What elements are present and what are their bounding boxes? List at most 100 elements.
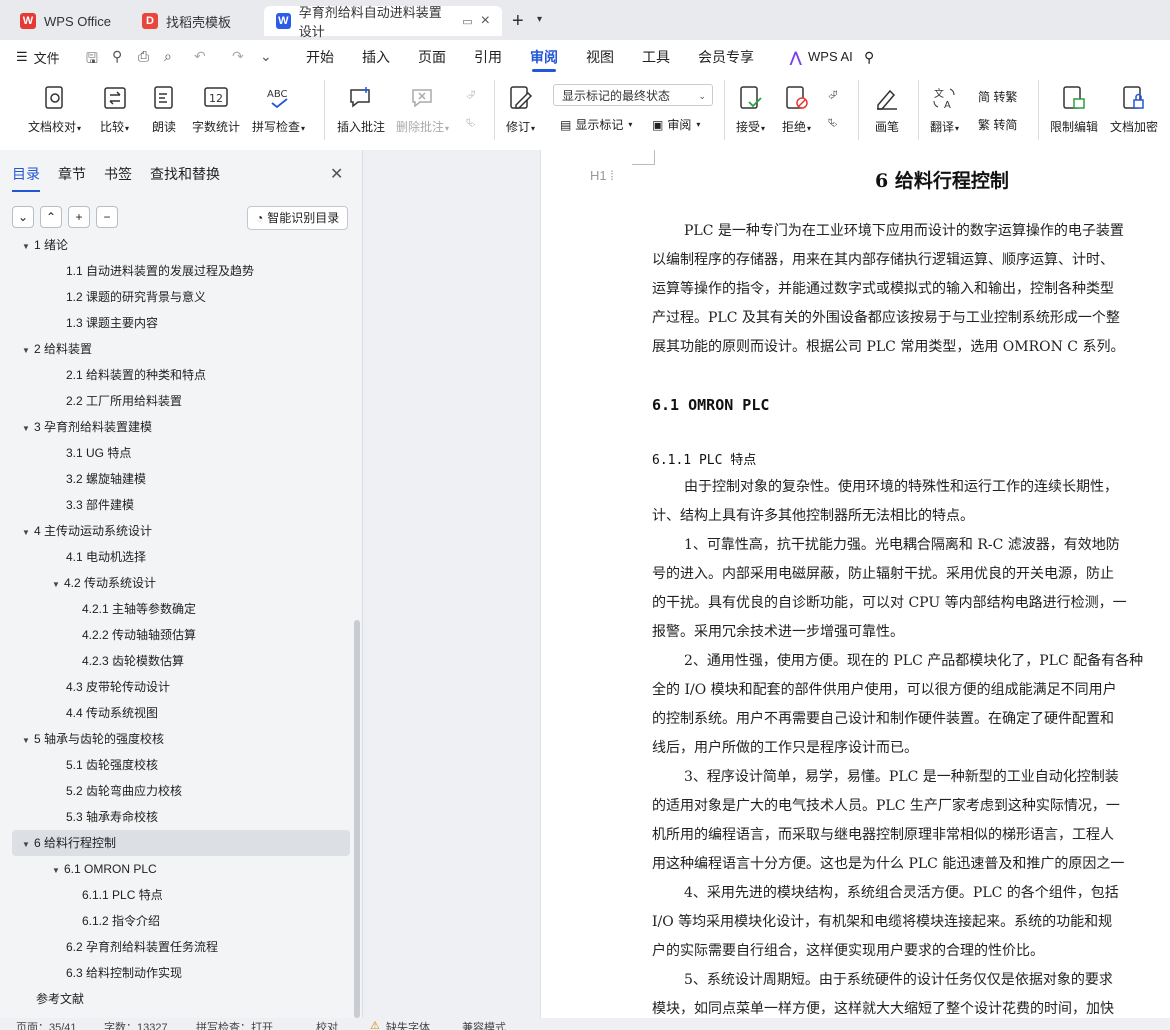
- menu-tools[interactable]: 工具: [642, 40, 670, 74]
- toc-item[interactable]: 5.3 轴承寿命校核: [12, 804, 350, 830]
- toc-item[interactable]: ▼ 4 主传动运动系统设计: [12, 518, 350, 544]
- tab-document[interactable]: W 孕育剂给料自动进料装置设计 ▭ ×: [264, 5, 502, 39]
- tab-wps-office[interactable]: W WPS Office: [8, 6, 124, 36]
- proof-status[interactable]: 校对: [316, 1019, 338, 1030]
- minus-icon[interactable]: −: [96, 206, 118, 228]
- toc-item[interactable]: 3.3 部件建模: [12, 492, 350, 518]
- link-icon[interactable]: ⚲: [112, 48, 122, 65]
- menu-member[interactable]: 会员专享: [698, 40, 754, 74]
- toc-item[interactable]: 3.1 UG 特点: [12, 440, 350, 466]
- toc-item[interactable]: ▼ 3 孕育剂给料装置建模: [12, 414, 350, 440]
- toc-item[interactable]: 1.1 自动进料装置的发展过程及趋势: [12, 258, 350, 284]
- nav-tab-find-replace[interactable]: 查找和替换: [150, 164, 220, 192]
- chevron-down-icon[interactable]: ▾: [537, 14, 542, 25]
- expand-arrow-icon[interactable]: ▼: [22, 728, 34, 754]
- chevron-down-icon[interactable]: ⌄: [260, 48, 272, 65]
- nav-scrollbar[interactable]: [354, 620, 360, 1018]
- toc-item[interactable]: 5.2 齿轮弯曲应力校核: [12, 778, 350, 804]
- word-count[interactable]: 字数：13327: [104, 1019, 168, 1030]
- toc-item[interactable]: 4.4 传动系统视图: [12, 700, 350, 726]
- review-pane-button[interactable]: ▣ 审阅 ▾: [652, 116, 700, 133]
- toc-item[interactable]: 参考文献: [12, 986, 350, 1012]
- print-preview-icon[interactable]: ⌕: [164, 48, 172, 65]
- toc-item[interactable]: 6.2 孕育剂给料装置任务流程: [12, 934, 350, 960]
- page-count[interactable]: 页面：35/41: [16, 1019, 77, 1030]
- undo-icon[interactable]: ↶: [194, 48, 206, 65]
- spell-check-status[interactable]: 拼写检查：打开: [196, 1019, 273, 1030]
- toc-item[interactable]: 2.1 给料装置的种类和特点: [12, 362, 350, 388]
- search-icon[interactable]: ⚲: [864, 40, 874, 74]
- expand-arrow-icon[interactable]: ▼: [22, 238, 34, 260]
- menu-page[interactable]: 页面: [418, 40, 446, 74]
- tab-docer[interactable]: D 找稻壳模板: [130, 6, 258, 36]
- toc-item[interactable]: 4.2.3 齿轮模数估算: [12, 648, 350, 674]
- track-changes-button[interactable]: 修订▾: [506, 84, 535, 135]
- expand-arrow-icon[interactable]: ▼: [22, 832, 34, 858]
- monitor-icon[interactable]: ▭: [462, 15, 472, 28]
- expand-arrow-icon[interactable]: ▼: [52, 858, 64, 884]
- print-icon[interactable]: ⎙: [138, 48, 149, 65]
- toc-item[interactable]: 4.2.2 传动轴轴颈估算: [12, 622, 350, 648]
- expand-arrow-icon[interactable]: ▼: [52, 572, 64, 598]
- next-change-icon[interactable]: ⮱: [828, 116, 838, 131]
- wps-ai-button[interactable]: WPS AI: [808, 40, 853, 74]
- markup-mode-select[interactable]: 显示标记的最终状态 ⌄: [553, 84, 713, 106]
- prev-comment-icon[interactable]: ⮰: [466, 88, 476, 103]
- toc-item[interactable]: 1.2 课题的研究背景与意义: [12, 284, 350, 310]
- missing-font[interactable]: 缺失字体: [386, 1019, 430, 1030]
- close-icon[interactable]: ✕: [330, 164, 343, 184]
- compare-button[interactable]: 比较▾: [100, 84, 129, 135]
- menu-reference[interactable]: 引用: [474, 40, 502, 74]
- heading-marker[interactable]: H1 ⁞: [590, 168, 614, 183]
- expand-arrow-icon[interactable]: ▼: [22, 338, 34, 364]
- menu-start[interactable]: 开始: [306, 40, 334, 74]
- close-icon[interactable]: ×: [481, 12, 490, 30]
- menu-review[interactable]: 审阅: [530, 40, 558, 74]
- toc-item[interactable]: 2.2 工厂所用给料装置: [12, 388, 350, 414]
- toc-item[interactable]: 6.1.1 PLC 特点: [12, 882, 350, 908]
- toc-item[interactable]: 6.1.2 指令介绍: [12, 908, 350, 934]
- nav-tab-toc[interactable]: 目录: [12, 164, 40, 192]
- wps-ai-icon[interactable]: ⋀: [790, 40, 801, 74]
- toc-item[interactable]: 4.3 皮带轮传动设计: [12, 674, 350, 700]
- nav-tab-sections[interactable]: 章节: [58, 164, 86, 192]
- toc-item[interactable]: 6.3 给料控制动作实现: [12, 960, 350, 986]
- to-simplified-button[interactable]: 繁 转简: [978, 116, 1017, 133]
- file-menu[interactable]: ☰ 文件: [16, 40, 60, 74]
- toc-item[interactable]: ▼ 4.2 传动系统设计: [12, 570, 350, 596]
- nav-tab-bookmarks[interactable]: 书签: [104, 164, 132, 192]
- reject-button[interactable]: 拒绝▾: [782, 84, 811, 135]
- insert-comment-button[interactable]: 插入批注: [337, 84, 385, 135]
- toc-item[interactable]: 1.3 课题主要内容: [12, 310, 350, 336]
- toc-item[interactable]: ▼ 5 轴承与齿轮的强度校核: [12, 726, 350, 752]
- toc-item[interactable]: ▼ 1 绪论: [12, 238, 350, 258]
- menu-insert[interactable]: 插入: [362, 40, 390, 74]
- expand-arrow-icon[interactable]: ▼: [22, 520, 34, 546]
- chevron-down-icon[interactable]: ⌄: [12, 206, 34, 228]
- save-icon[interactable]: 🖫: [86, 48, 98, 72]
- encrypt-button[interactable]: 文档加密: [1110, 84, 1158, 135]
- proofread-button[interactable]: 文档校对▾: [28, 84, 81, 135]
- toc-item[interactable]: ▼ 6 给料行程控制: [12, 830, 350, 856]
- accept-button[interactable]: 接受▾: [736, 84, 765, 135]
- chevron-up-icon[interactable]: ⌃: [40, 206, 62, 228]
- menu-view[interactable]: 视图: [586, 40, 614, 74]
- toc-item[interactable]: 4.2.1 主轴等参数确定: [12, 596, 350, 622]
- to-traditional-button[interactable]: 简 转繁: [978, 88, 1017, 105]
- restrict-edit-button[interactable]: 限制编辑: [1050, 84, 1098, 135]
- toc-item[interactable]: 3.2 螺旋轴建模: [12, 466, 350, 492]
- toc-item[interactable]: 4.1 电动机选择: [12, 544, 350, 570]
- plus-icon[interactable]: +: [68, 206, 90, 228]
- translate-button[interactable]: 文A 翻译▾: [930, 84, 959, 135]
- smart-toc-button[interactable]: ◔ 智能识别目录: [247, 206, 349, 230]
- redo-icon[interactable]: ↷: [232, 48, 244, 65]
- toc-item[interactable]: 5.1 齿轮强度校核: [12, 752, 350, 778]
- read-aloud-button[interactable]: 朗读: [151, 84, 177, 135]
- toc-item[interactable]: ▼ 2 给料装置: [12, 336, 350, 362]
- spell-check-button[interactable]: ABC 拼写检查▾: [252, 84, 305, 135]
- next-comment-icon[interactable]: ⮱: [466, 116, 476, 131]
- prev-change-icon[interactable]: ⮰: [828, 88, 838, 103]
- expand-arrow-icon[interactable]: ▼: [22, 416, 34, 442]
- toc-item[interactable]: ▼ 6.1 OMRON PLC: [12, 856, 350, 882]
- pen-button[interactable]: 画笔: [874, 84, 900, 135]
